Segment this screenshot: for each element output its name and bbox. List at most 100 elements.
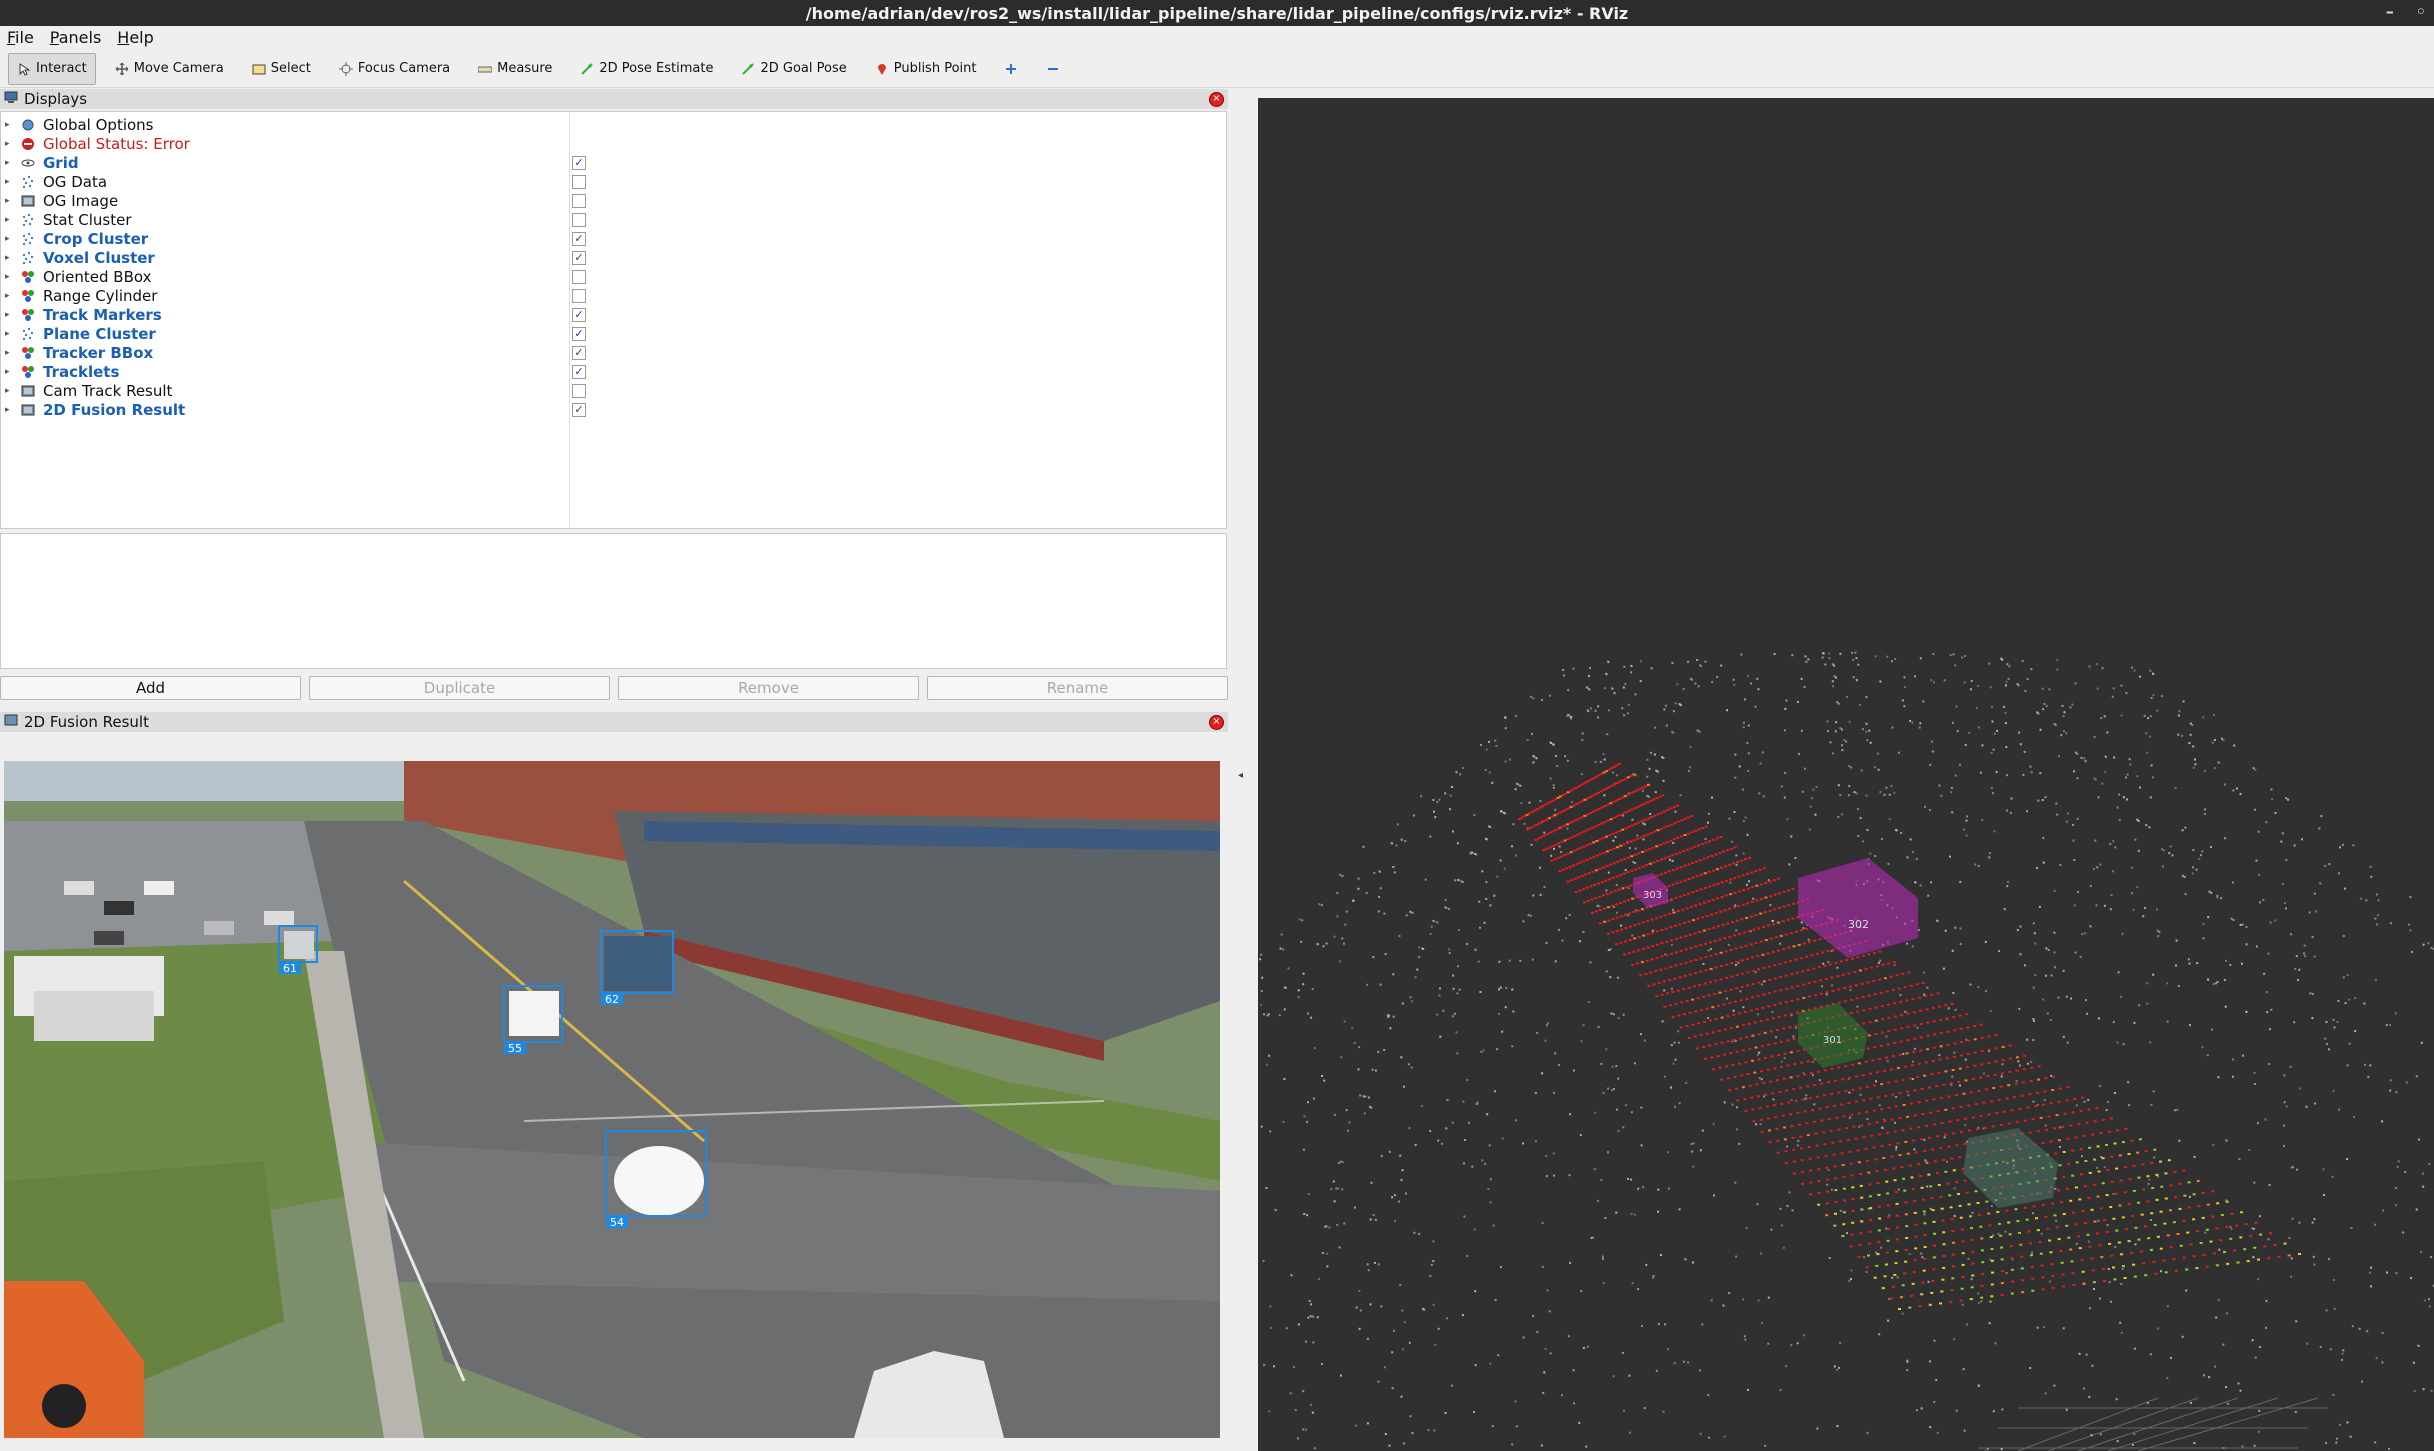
close-icon[interactable]: × (1209, 92, 1224, 107)
3d-viewport[interactable]: 302 303 301 (1258, 98, 2434, 1451)
display-item[interactable]: ▸ Tracker BBox ✓ (1, 343, 1226, 362)
menu-panels[interactable]: Panels (43, 28, 111, 47)
expand-arrow-icon[interactable]: ▸ (5, 196, 10, 206)
display-item[interactable]: ▸ Oriented BBox (1, 267, 1226, 286)
display-enable-checkbox[interactable] (572, 288, 586, 303)
display-item[interactable]: ▸ Global Status: Error (1, 134, 1226, 153)
display-item[interactable]: ▸ Crop Cluster ✓ (1, 229, 1226, 248)
display-item[interactable]: ▸ Plane Cluster ✓ (1, 324, 1226, 343)
monitor-icon (4, 90, 18, 108)
display-enable-checkbox[interactable]: ✓ (572, 307, 586, 322)
display-item-label: Crop Cluster (43, 229, 149, 248)
display-enable-checkbox[interactable] (572, 383, 586, 398)
interact-icon (17, 62, 31, 76)
display-item[interactable]: ▸ Tracklets ✓ (1, 362, 1226, 381)
display-item-label: Voxel Cluster (43, 248, 155, 267)
menu-file[interactable]: File (0, 28, 43, 47)
expand-arrow-icon[interactable]: ▸ (5, 177, 10, 187)
publish-point-tool-button[interactable]: Publish Point (866, 53, 986, 85)
display-item-label: Grid (43, 153, 79, 172)
options-icon (20, 117, 35, 132)
display-enable-checkbox[interactable] (572, 174, 586, 189)
pointcloud-scene: 302 303 301 (1259, 651, 2434, 1451)
image-panel-title: 2D Fusion Result (24, 713, 149, 731)
marker-icon (20, 307, 35, 322)
pointcloud-icon (20, 250, 35, 265)
minimize-icon[interactable]: – (2386, 2, 2394, 21)
display-item-label: OG Data (43, 172, 108, 191)
rename-button[interactable]: Rename (927, 676, 1228, 700)
tool-label: Move Camera (133, 61, 224, 76)
box-id-label: 301 (1823, 1035, 1842, 1046)
display-item[interactable]: ▸ OG Data (1, 172, 1226, 191)
tool-label: Interact (36, 61, 87, 76)
grid (1978, 1397, 2328, 1451)
close-icon[interactable]: × (1209, 715, 1224, 730)
display-item[interactable]: ▸ Stat Cluster (1, 210, 1226, 229)
display-item[interactable]: ▸ Cam Track Result (1, 381, 1226, 400)
add-button[interactable]: Add (0, 676, 301, 700)
expand-arrow-icon[interactable]: ▸ (5, 158, 10, 168)
tracked-box: 301 (1798, 1003, 1868, 1068)
display-item-label: Track Markers (43, 305, 162, 324)
display-item[interactable]: ▸ Grid ✓ (1, 153, 1226, 172)
display-item-label: Tracker BBox (43, 343, 154, 362)
tool-label: Measure (497, 61, 553, 76)
expand-arrow-icon[interactable]: ▸ (5, 234, 10, 244)
splitter-handle-icon[interactable]: ◂ (1238, 770, 1243, 781)
remove-button[interactable]: Remove (618, 676, 919, 700)
display-item-label: 2D Fusion Result (43, 400, 186, 419)
display-item[interactable]: ▸ 2D Fusion Result ✓ (1, 400, 1226, 419)
display-item[interactable]: ▸ Track Markers ✓ (1, 305, 1226, 324)
goal-pose-tool-button[interactable]: 2D Goal Pose (732, 53, 855, 85)
display-item[interactable]: ▸ OG Image (1, 191, 1226, 210)
expand-arrow-icon[interactable]: ▸ (5, 120, 10, 130)
display-enable-checkbox[interactable]: ✓ (572, 345, 586, 360)
expand-arrow-icon[interactable]: ▸ (5, 386, 10, 396)
minus-icon (1046, 62, 1060, 76)
tracked-box: 302 (1798, 858, 1918, 958)
duplicate-button[interactable]: Duplicate (309, 676, 610, 700)
display-enable-checkbox[interactable] (572, 269, 586, 284)
focus-camera-tool-button[interactable]: Focus Camera (330, 53, 459, 85)
track-id-label: 62 (605, 993, 619, 1006)
displays-button-row: Add Duplicate Remove Rename (0, 676, 1228, 700)
box-id-label: 302 (1848, 918, 1869, 931)
marker-icon (20, 345, 35, 360)
maximize-icon[interactable]: ◦ (2416, 2, 2426, 21)
expand-arrow-icon[interactable]: ▸ (5, 291, 10, 301)
expand-arrow-icon[interactable]: ▸ (5, 139, 10, 149)
measure-tool-button[interactable]: Measure (469, 53, 561, 85)
expand-arrow-icon[interactable]: ▸ (5, 405, 10, 415)
expand-arrow-icon[interactable]: ▸ (5, 329, 10, 339)
interact-tool-button[interactable]: Interact (8, 52, 96, 85)
display-enable-checkbox[interactable]: ✓ (572, 326, 586, 341)
expand-arrow-icon[interactable]: ▸ (5, 348, 10, 358)
display-item-label: Tracklets (43, 362, 120, 381)
expand-arrow-icon[interactable]: ▸ (5, 253, 10, 263)
add-tool-button[interactable] (995, 53, 1027, 85)
display-enable-checkbox[interactable]: ✓ (572, 402, 586, 417)
move-camera-tool-button[interactable]: Move Camera (106, 53, 233, 85)
select-tool-button[interactable]: Select (243, 53, 320, 85)
remove-tool-button[interactable] (1037, 53, 1069, 85)
menu-help[interactable]: Help (110, 28, 162, 47)
display-item[interactable]: ▸ Voxel Cluster ✓ (1, 248, 1226, 267)
expand-arrow-icon[interactable]: ▸ (5, 215, 10, 225)
display-description-area (0, 533, 1227, 669)
pose-estimate-tool-button[interactable]: 2D Pose Estimate (571, 53, 722, 85)
image-icon (4, 713, 18, 731)
displays-tree: ▸ Global Options ▸ Global Status: Error ▸ Gri… (0, 111, 1227, 529)
expand-arrow-icon[interactable]: ▸ (5, 367, 10, 377)
display-enable-checkbox[interactable]: ✓ (572, 231, 586, 246)
expand-arrow-icon[interactable]: ▸ (5, 272, 10, 282)
expand-arrow-icon[interactable]: ▸ (5, 310, 10, 320)
display-enable-checkbox[interactable]: ✓ (572, 155, 586, 170)
display-item[interactable]: ▸ Global Options (1, 115, 1226, 134)
display-enable-checkbox[interactable] (572, 193, 586, 208)
display-enable-checkbox[interactable]: ✓ (572, 364, 586, 379)
display-enable-checkbox[interactable]: ✓ (572, 250, 586, 265)
marker-icon (20, 269, 35, 284)
display-enable-checkbox[interactable] (572, 212, 586, 227)
display-item[interactable]: ▸ Range Cylinder (1, 286, 1226, 305)
